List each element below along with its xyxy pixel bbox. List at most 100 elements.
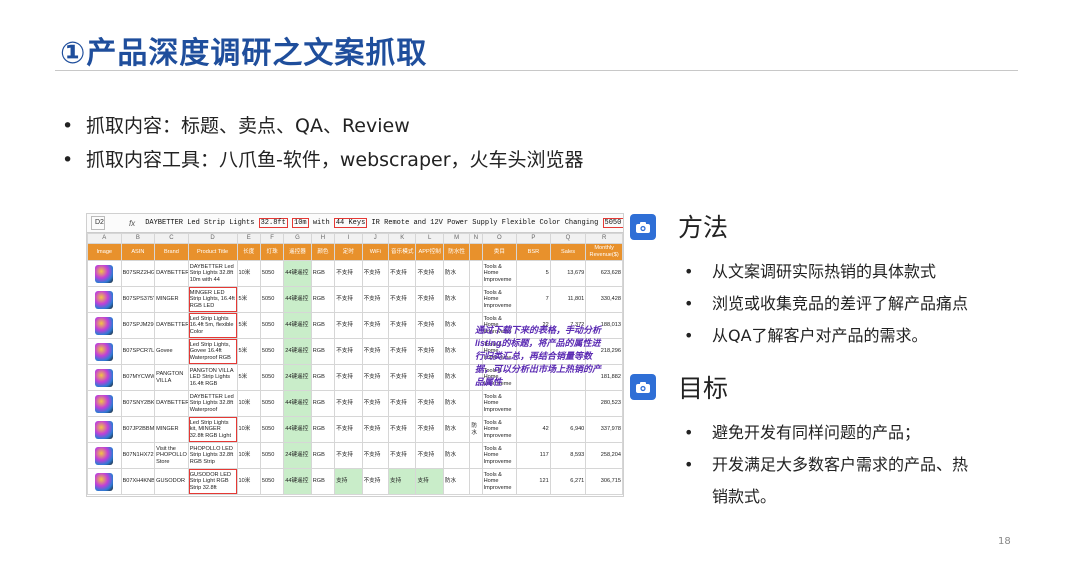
table-cell: 不支持 xyxy=(388,286,417,313)
table-cell: MINGER xyxy=(154,416,189,443)
column-letter: O xyxy=(481,233,518,244)
table-cell: GUSODOR LED Strip Light RGB Strip 32.8ft xyxy=(187,468,238,495)
camera-icon xyxy=(630,374,656,400)
table-cell: 44键遥控 xyxy=(283,260,312,287)
product-thumbnail xyxy=(87,416,122,443)
table-cell: B07MYCWWYP xyxy=(120,364,156,391)
table-cell: 不支持 xyxy=(334,286,363,313)
field-header: 防水性 xyxy=(442,243,471,261)
table-cell: B07SNY2BKP3 xyxy=(120,390,156,417)
table-cell: 不支持 xyxy=(361,390,390,417)
column-letter: C xyxy=(154,233,189,244)
table-cell: 不支持 xyxy=(388,312,417,339)
table-cell: DAYBETTER xyxy=(154,260,189,287)
table-cell xyxy=(516,390,551,417)
field-header xyxy=(469,243,483,261)
table-cell: B07SPCR7LP xyxy=(120,338,156,365)
table-cell: 不支持 xyxy=(334,390,363,417)
table-cell xyxy=(469,286,483,313)
table-cell: Led Strip Lights kit, MINGER 32.8ft RGB … xyxy=(187,416,238,443)
table-cell: 不支持 xyxy=(415,364,444,391)
table-cell: Led Strip Lights 16.4ft 5m, flexible Col… xyxy=(187,312,238,339)
table-cell: 44键遥控 xyxy=(283,468,312,495)
table-cell: 5050 xyxy=(259,364,285,391)
table-cell: 不支持 xyxy=(388,260,417,287)
table-row: B07JP2BBM9 MINGER Led Strip Lights kit, MI… xyxy=(87,416,623,443)
product-image xyxy=(95,316,114,335)
table-cell: 不支持 xyxy=(415,390,444,417)
table-cell: 不支持 xyxy=(361,286,390,313)
formula-bar: D2 fx DAYBETTER Led Strip Lights 32.8ft … xyxy=(87,214,623,233)
table-cell: 5米 xyxy=(236,364,261,391)
table-cell: 5050 xyxy=(259,312,285,339)
table-cell: Tools & Home Improveme xyxy=(481,416,518,443)
table-cell: 6,940 xyxy=(549,416,587,443)
column-letter: D xyxy=(187,233,238,244)
column-letter: H xyxy=(310,233,336,244)
table-cell: RGB xyxy=(310,442,336,469)
table-cell: DAYBETTER xyxy=(154,390,189,417)
table-cell: 10米 xyxy=(236,468,261,495)
table-cell: DAYBETTER Led Strip Lights 32.8ft Waterp… xyxy=(187,390,238,417)
method-item: • 浏览或收集竞品的差评了解产品痛点 xyxy=(684,294,969,313)
column-letter: J xyxy=(361,233,390,244)
column-letter: A xyxy=(87,233,122,244)
table-row: B07SRZ2HG7DAYBETTERDAYBETTER Led Strip L… xyxy=(87,260,623,287)
table-cell: GUSODOR xyxy=(154,468,189,495)
product-thumbnail xyxy=(87,468,122,495)
table-cell: 不支持 xyxy=(415,286,444,313)
table-cell: 不支持 xyxy=(361,416,390,443)
table-cell: 5050 xyxy=(259,416,285,443)
table-cell: Led Strip Lights, Govee 16.4ft Waterproo… xyxy=(187,338,238,365)
table-cell: B07JP2BBM9 xyxy=(120,416,156,443)
table-cell: Tools & Home Improveme xyxy=(481,390,518,417)
table-cell: 防水 xyxy=(442,468,471,495)
table-cell: B07SPS375Y xyxy=(120,286,156,313)
slide-title: ①产品深度调研之文案抓取 xyxy=(60,36,428,71)
table-cell: Tools & Home Improveme xyxy=(481,442,518,469)
field-header: 类目 xyxy=(481,243,518,261)
table-cell: 不支持 xyxy=(361,468,390,495)
table-cell xyxy=(549,390,587,417)
table-cell: 不支持 xyxy=(334,442,363,469)
product-image xyxy=(95,446,114,465)
table-cell: MINGER xyxy=(154,286,189,313)
product-thumbnail xyxy=(87,442,122,469)
product-thumbnail xyxy=(87,364,122,391)
table-cell: RGB xyxy=(310,468,336,495)
product-image xyxy=(95,342,114,361)
table-cell: 5050 xyxy=(259,390,285,417)
table-cell: PANGTON VILLA LED Strip Lights 16.4ft RG… xyxy=(187,364,238,391)
table-cell: 5米 xyxy=(236,312,261,339)
table-cell: 防水 xyxy=(442,364,471,391)
table-cell: 306,715 xyxy=(585,468,623,495)
table-cell xyxy=(469,468,483,495)
field-header: Brand xyxy=(154,243,189,261)
table-cell: 24键遥控 xyxy=(283,338,312,365)
table-cell: B07SRZ2HG7 xyxy=(120,260,156,287)
table-cell: Tools & Home Improveme xyxy=(481,468,518,495)
table-cell: RGB xyxy=(310,338,336,365)
table-cell: 5050 xyxy=(259,468,285,495)
table-cell: 不支持 xyxy=(334,312,363,339)
table-row: B07N1HX72P Visit the PHOPOLLO Store PHOPOL… xyxy=(87,442,623,469)
table-cell: 7 xyxy=(516,286,551,313)
column-letter: R xyxy=(585,233,623,244)
table-cell: 44键遥控 xyxy=(283,416,312,443)
table-row: B07XH4KNBQLGUSODORGUSODOR LED Strip Ligh… xyxy=(87,468,623,495)
field-header: Monthly Revenue($) xyxy=(585,243,623,261)
table-cell: 不支持 xyxy=(415,442,444,469)
column-letter: G xyxy=(283,233,312,244)
table-cell: RGB xyxy=(310,364,336,391)
product-thumbnail xyxy=(87,338,122,365)
table-cell: 防水 xyxy=(469,416,483,443)
table-cell: 防水 xyxy=(442,260,471,287)
table-cell: 不支持 xyxy=(334,260,363,287)
product-image xyxy=(95,420,114,439)
table-cell: 24键遥控 xyxy=(283,364,312,391)
product-thumbnail xyxy=(87,312,122,339)
table-cell: 8,593 xyxy=(549,442,587,469)
column-letter: F xyxy=(259,233,285,244)
field-header: 长度 xyxy=(236,243,261,261)
table-cell: 不支持 xyxy=(415,312,444,339)
